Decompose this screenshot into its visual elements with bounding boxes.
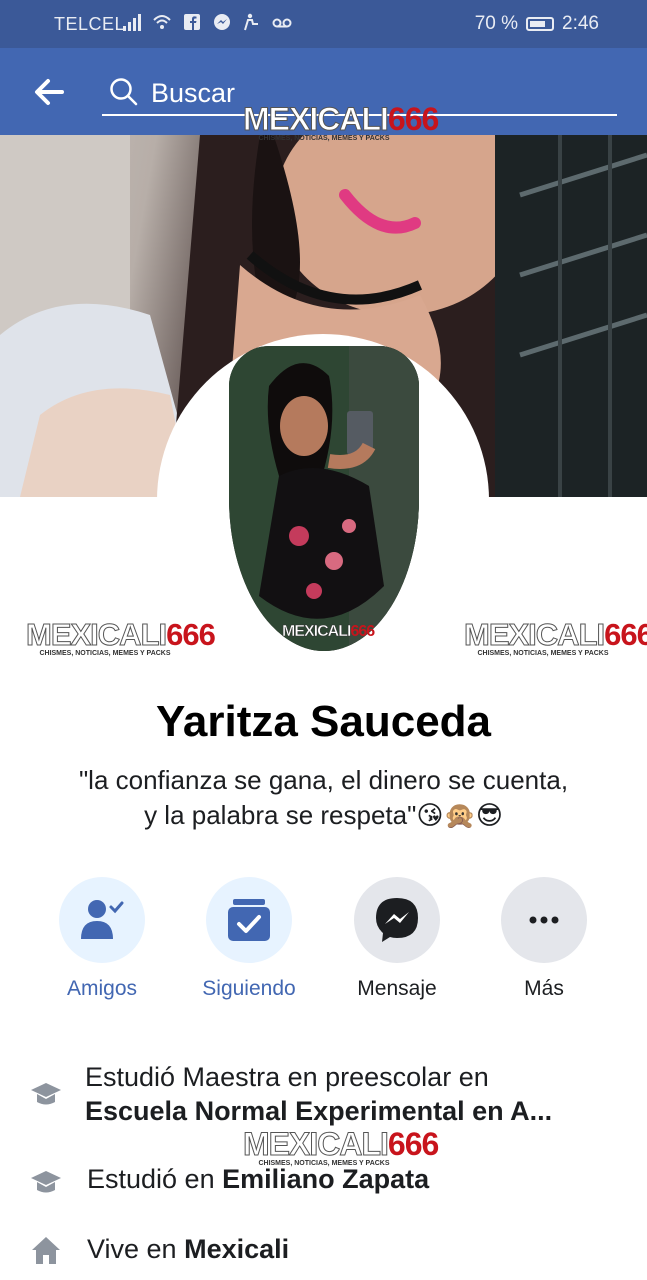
watermark-tagline: CHISMES, NOTICIAS, MEMES Y PACKS [477,650,609,657]
following-check-icon [228,899,270,941]
message-button-label: Mensaje [357,977,437,1000]
messenger-icon [376,898,418,942]
app-bar: Buscar [0,48,647,135]
home-icon [32,1237,60,1264]
clock: 2:46 [562,13,599,34]
info-education-1: Estudió Maestra en preescolar en Escuela… [0,1060,647,1134]
school-2-link[interactable]: Emiliano Zapata [222,1164,429,1194]
profile-name: Yaritza Sauceda [155,697,492,746]
signal-icon [123,14,141,31]
watermark-number: 666 [166,617,216,652]
battery-icon [526,17,555,31]
profile-photo-image [229,346,419,651]
arrow-left-icon[interactable] [30,74,70,110]
more-button[interactable]: Más [494,877,594,1001]
info-home: Vive en Mexicali [0,1232,647,1272]
status-right: 70 % 2:46 [475,13,599,35]
watermark-brand: MEXICALI [463,617,605,652]
battery-percent: 70 % [474,13,519,34]
more-button-label: Más [524,977,564,1000]
info-education-1-place[interactable]: Escuela Normal Experimental en A... [85,1094,552,1128]
more-dots-icon [529,916,559,924]
following-button-circle [206,877,292,963]
status-bar: TELCEL 70 % 2:46 [0,0,647,48]
message-button[interactable]: Mensaje [347,877,447,1001]
friends-button-circle [59,877,145,963]
city-link[interactable]: Mexicali [184,1234,289,1264]
status-icons [122,12,292,32]
wifi-icon [153,15,171,29]
info-education-2: Estudió en Emiliano Zapata [0,1162,647,1202]
profile-bio: "la confianza se gana, el dinero se cuen… [40,763,607,833]
voicemail-icon [272,18,292,28]
following-button-label: Siguiendo [202,977,296,1000]
profile-picture[interactable]: MEXICALI666 [157,334,489,666]
friends-button-label: Amigos [66,977,138,1000]
watermark-left: MEXICALI666 CHISMES, NOTICIAS, MEMES Y P… [25,617,215,658]
watermark-number: 666 [604,617,647,652]
friends-button[interactable]: Amigos [52,877,152,1001]
search-icon [110,78,138,106]
watermark-right: MEXICALI666 CHISMES, NOTICIAS, MEMES Y P… [463,617,647,658]
education-icon [31,1171,61,1193]
search-input[interactable]: Buscar [102,68,617,116]
more-button-circle [501,877,587,963]
friends-check-icon [81,900,124,939]
message-button-circle [354,877,440,963]
profile-actions: Amigos Siguiendo Mensaje Más [0,877,647,1007]
watermark-tagline: CHISMES, NOTICIAS, MEMES Y PACKS [39,650,171,657]
bio-line-2: y la palabra se respeta"😘🙊😎 [144,800,503,830]
bio-line-1: "la confianza se gana, el dinero se cuen… [78,765,569,795]
following-button[interactable]: Siguiendo [199,877,299,1001]
facebook-icon [184,14,200,30]
education-icon [31,1083,61,1105]
info-education-1-prefix: Estudió Maestra en preescolar en [85,1062,489,1092]
school-link[interactable]: Escuela Normal Experimental en A... [85,1096,552,1126]
info-education-2-prefix: Estudió en [87,1164,223,1194]
accessibility-icon [244,13,258,31]
carrier-label: TELCEL [54,14,126,34]
messenger-icon [214,14,230,30]
watermark-brand: MEXICALI [25,617,167,652]
info-home-prefix: Vive en [87,1234,185,1264]
search-placeholder: Buscar [151,78,236,108]
